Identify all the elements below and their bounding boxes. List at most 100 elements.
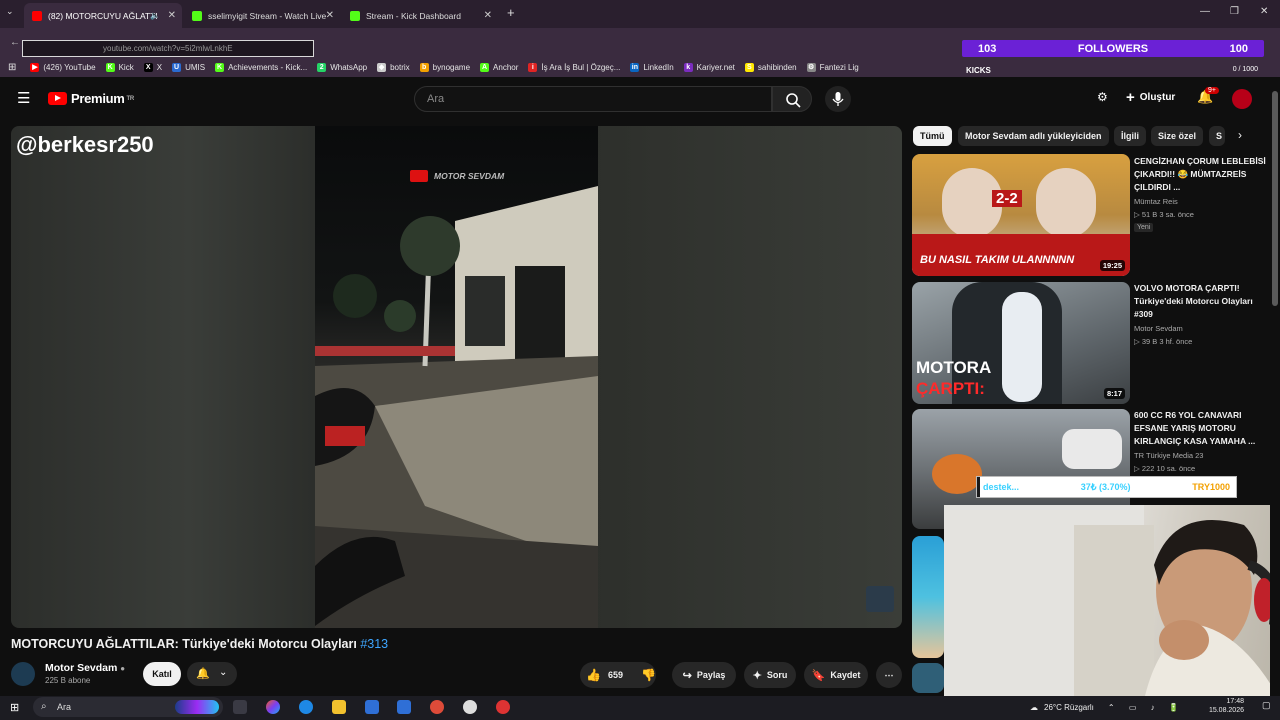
chip-related[interactable]: İlgili	[1114, 126, 1146, 146]
followers-goal: 100	[1229, 42, 1248, 55]
search-icon: ⌕	[41, 701, 47, 712]
search-highlight-icon[interactable]	[175, 700, 219, 714]
recommendation-thumbnail[interactable]: MOTORA ÇARPTI: 8:17	[912, 282, 1130, 404]
close-icon[interactable]: ✕	[484, 10, 492, 21]
recommendation-thumbnail[interactable]: 2-2 BU NASIL TAKIM ULANNNNN 19:25	[912, 154, 1130, 276]
tab-kick-dashboard[interactable]: Stream - Kick Dashboard ✕	[342, 3, 498, 28]
search-button[interactable]	[772, 86, 812, 112]
bookmark-item[interactable]: U UMIS	[172, 62, 206, 72]
voice-search-button[interactable]	[825, 86, 851, 112]
recommendation-channel[interactable]: TR Türkiye Media 23	[1134, 451, 1203, 460]
bookmark-item[interactable]: in LinkedIn	[630, 62, 674, 72]
recommendation-thumbnail[interactable]	[912, 663, 944, 693]
chevron-down-icon: ⌄	[219, 667, 228, 678]
donation-percent: 37₺ (3.70%)	[1080, 481, 1131, 492]
dislike-icon[interactable]: 👎	[641, 668, 656, 682]
video-hashtag[interactable]: #313	[360, 637, 388, 651]
outlook-icon[interactable]	[397, 700, 411, 714]
scrollbar-thumb[interactable]	[1272, 91, 1278, 306]
copilot-icon[interactable]	[266, 700, 280, 714]
bookmark-item[interactable]: K Achievements - Kick...	[215, 62, 307, 72]
recommendation-channel[interactable]: Motor Sevdam	[1134, 324, 1183, 333]
page-scrollbar[interactable]	[1270, 77, 1280, 696]
bookmark-item[interactable]: i İş Ara İş Bul | Özgeç...	[528, 62, 620, 72]
chip-from-uploader[interactable]: Motor Sevdam adlı yükleyiciden	[958, 126, 1109, 146]
sparkle-icon: ✦	[752, 669, 762, 682]
edge-icon[interactable]	[299, 700, 313, 714]
minimize-icon[interactable]: —	[1200, 6, 1210, 17]
save-button[interactable]: 🔖 Kaydet	[804, 662, 868, 688]
bookmark-label: bynogame	[432, 62, 471, 72]
youtube-logo[interactable]: Premium TR	[48, 91, 134, 106]
system-tray[interactable]: ☁ 26°C Rüzgarlı ⌃ ▭ ♪ 🔋	[1030, 697, 1185, 717]
watermark-text: MOTOR SEVDAM	[434, 171, 505, 181]
tab-youtube[interactable]: (82) MOTORCUYU AĞLATTI 🔈 ✕	[24, 3, 182, 28]
bookmark-label: UMIS	[185, 62, 206, 72]
avatar[interactable]	[1232, 89, 1252, 109]
like-icon[interactable]: 👍	[586, 668, 601, 682]
close-icon[interactable]: ✕	[168, 10, 176, 21]
join-button[interactable]: Katıl	[143, 662, 181, 686]
umis-icon: U	[172, 62, 182, 72]
menu-icon[interactable]: ☰	[17, 89, 30, 107]
like-count[interactable]: 659	[608, 670, 623, 680]
bookmark-item[interactable]: Ssahibinden	[744, 62, 797, 72]
search-input[interactable]: Ara	[414, 86, 772, 112]
restore-icon[interactable]: ❐	[1230, 6, 1239, 17]
bookmark-item[interactable]: ◆ botrix	[377, 62, 410, 72]
bookmark-item[interactable]: 2 WhatsApp	[317, 62, 367, 72]
channel-avatar[interactable]	[11, 662, 35, 686]
bookmark-item[interactable]: b bynogame	[419, 62, 471, 72]
recorder-icon[interactable]	[496, 700, 510, 714]
subscription-bell-button[interactable]: 🔔 ⌄	[187, 662, 237, 686]
close-icon[interactable]: ✕	[326, 10, 334, 21]
bookmark-label: Kariyer.net	[696, 62, 735, 72]
close-window-icon[interactable]: ✕	[1260, 6, 1268, 17]
new-tab-button[interactable]: +	[507, 5, 515, 20]
chip-more[interactable]: S	[1209, 126, 1225, 146]
bookmark-item[interactable]: ⚙ Fantezi Lig	[806, 62, 859, 72]
tab-list-chevron-icon[interactable]: ⌄	[6, 6, 14, 17]
back-icon[interactable]: ←	[10, 37, 20, 48]
file-explorer-icon[interactable]	[332, 700, 346, 714]
video-frame	[315, 126, 598, 628]
tab-kick-stream[interactable]: sselimyigit Stream - Watch Live ✕	[184, 3, 340, 28]
bookmark-item[interactable]: ▶ (426) YouTube	[30, 62, 96, 72]
windows-start-icon[interactable]: ⊞	[10, 701, 19, 714]
kick-icon	[350, 10, 360, 21]
ask-button[interactable]: ✦ Soru	[744, 662, 796, 688]
store-icon[interactable]	[365, 700, 379, 714]
create-button[interactable]: + Oluştur	[1126, 89, 1175, 106]
url-bar[interactable]: youtube.com/watch?v=5i2mlwLnkhE	[22, 40, 314, 57]
bookmark-item[interactable]: A Anchor	[480, 62, 518, 72]
kick-icon: K	[215, 62, 225, 72]
more-actions-button[interactable]: ⋯	[876, 662, 902, 688]
kick-icon	[192, 10, 202, 21]
recommendation-title[interactable]: 600 CC R6 YOL CANAVARI EFSANE YARIŞ MOTO…	[1134, 409, 1266, 448]
chevron-right-icon[interactable]: ›	[1238, 128, 1242, 142]
recommendation-meta: ▷ 39 B 3 hf. önce	[1134, 337, 1193, 346]
duration-badge: 19:25	[1099, 260, 1125, 271]
obs-icon[interactable]	[463, 700, 477, 714]
recommendation-title[interactable]: VOLVO MOTORA ÇARPTI! Türkiye'deki Motorc…	[1134, 282, 1266, 321]
apps-icon[interactable]: ⊞	[8, 62, 16, 73]
bookmark-item[interactable]: XX	[143, 62, 162, 72]
notification-badge: 9+	[1205, 87, 1219, 94]
recommendation-channel[interactable]: Mümtaz Reis	[1134, 197, 1178, 206]
taskbar-clock[interactable]: 17:48 15.08.2026	[1200, 697, 1244, 715]
notifications-icon[interactable]: ▢	[1262, 700, 1271, 711]
recommendation-thumbnail[interactable]	[912, 536, 944, 658]
cast-icon[interactable]: ⚙	[1097, 90, 1108, 104]
channel-name[interactable]: Motor Sevdam ●	[45, 662, 125, 674]
chip-all[interactable]: Tümü	[913, 126, 952, 146]
recommendation-title[interactable]: CENGİZHAN ÇORUM LEBLEBİSİ ÇIKARDI!! 😂 MÜ…	[1134, 155, 1266, 194]
bynogame-icon: b	[419, 62, 429, 72]
bookmark-item[interactable]: K Kick	[105, 62, 134, 72]
chip-for-you[interactable]: Size özel	[1151, 126, 1204, 146]
chrome-icon[interactable]	[430, 700, 444, 714]
bookmark-item[interactable]: k Kariyer.net	[683, 62, 735, 72]
share-button[interactable]: ↪ Paylaş	[672, 662, 736, 688]
speaker-icon[interactable]: 🔈	[150, 11, 160, 20]
branding-watermark-icon[interactable]	[866, 586, 894, 612]
task-view-icon[interactable]	[233, 700, 247, 714]
